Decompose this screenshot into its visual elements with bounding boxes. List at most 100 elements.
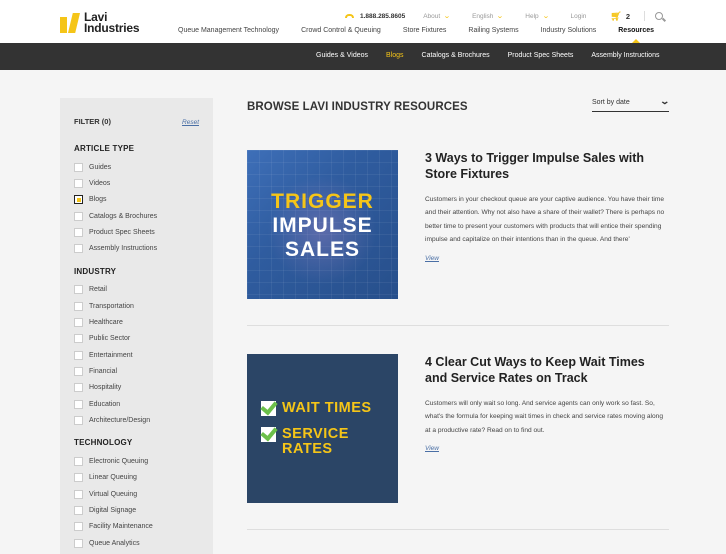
article-thumbnail[interactable]: TRIGGER IMPULSE SALES — [247, 150, 398, 299]
thumbnail-text: TRIGGER — [271, 190, 374, 213]
filter-option[interactable]: Hospitality — [74, 380, 199, 396]
filter-option[interactable]: Videos — [74, 175, 199, 191]
checkbox-icon[interactable] — [74, 301, 83, 311]
filter-group-article-type: ARTICLE TYPE Guides Videos Blogs Catalog… — [74, 144, 199, 257]
filter-option-label: Transportation — [89, 302, 134, 310]
checkbox-icon[interactable] — [74, 489, 83, 499]
filter-option[interactable]: Digital Signage — [74, 502, 199, 518]
checkbox-icon[interactable] — [74, 318, 83, 328]
filter-option[interactable]: Electronic Queuing — [74, 453, 199, 469]
nav-industry-solutions[interactable]: Industry Solutions — [541, 27, 597, 34]
logo-text: Lavi Industries — [84, 11, 140, 34]
checkbox-icon[interactable] — [74, 457, 83, 467]
subnav-spec-sheets[interactable]: Product Spec Sheets — [508, 52, 574, 59]
filter-option[interactable]: Architecture/Design — [74, 412, 199, 428]
logo-mark-icon — [60, 13, 80, 33]
subnav-assembly[interactable]: Assembly Instructions — [591, 52, 659, 59]
cart-button[interactable]: 🛒︎ 2 — [610, 11, 630, 22]
filter-option[interactable]: Education — [74, 396, 199, 412]
reset-link[interactable]: Reset — [182, 119, 199, 126]
checkbox-icon[interactable] — [74, 162, 83, 172]
checkbox-icon[interactable] — [74, 415, 83, 425]
filter-option[interactable]: Queue Analytics — [74, 535, 199, 551]
login-label: Login — [570, 12, 587, 20]
phone-link[interactable]: 1.888.285.8605 — [345, 13, 405, 20]
filter-option[interactable]: Product Spec Sheets — [74, 224, 199, 240]
sort-dropdown[interactable]: Sort by date ⌄ — [592, 94, 671, 112]
chevron-down-icon: ⌄ — [496, 13, 505, 20]
language-menu[interactable]: English ⌄ — [472, 12, 505, 21]
divider — [644, 11, 646, 21]
about-menu[interactable]: About ⌄ — [423, 12, 451, 21]
article-thumbnail[interactable]: WAIT TIMES SERVICE RATES — [247, 354, 398, 503]
checkmark-icon — [261, 427, 276, 442]
checkbox-icon[interactable] — [74, 211, 83, 221]
filter-option[interactable]: Facility Maintenance — [74, 519, 199, 535]
checkbox-icon[interactable] — [74, 399, 83, 409]
filter-option[interactable]: Virtual Queuing — [74, 486, 199, 502]
checkbox-icon[interactable] — [74, 195, 83, 205]
filter-group-industry: INDUSTRY Retail Transportation Healthcar… — [74, 267, 199, 429]
checkbox-icon[interactable] — [74, 285, 83, 295]
checkbox-icon[interactable] — [74, 366, 83, 376]
checkbox-icon[interactable] — [74, 244, 83, 254]
filter-option-label: Catalogs & Brochures — [89, 212, 158, 220]
login-link[interactable]: Login — [571, 13, 587, 20]
filter-option[interactable]: Transportation — [74, 298, 199, 314]
checkbox-icon[interactable] — [74, 505, 83, 515]
subnav-guides-videos[interactable]: Guides & Videos — [316, 52, 368, 59]
checkbox-icon[interactable] — [74, 334, 83, 344]
filter-sidebar: FILTER (0) Reset ARTICLE TYPE Guides Vid… — [60, 98, 213, 554]
nav-queue-management[interactable]: Queue Management Technology — [178, 27, 279, 34]
help-menu[interactable]: Help ⌄ — [525, 12, 549, 21]
page-title: BROWSE LAVI INDUSTRY RESOURCES — [247, 101, 468, 113]
article-title[interactable]: 3 Ways to Trigger Impulse Sales with Sto… — [425, 150, 669, 182]
filter-option[interactable]: Catalogs & Brochures — [74, 208, 199, 224]
filter-option-label: Hospitality — [89, 384, 122, 392]
main-nav: Queue Management Technology Crowd Contro… — [178, 27, 676, 34]
filter-title: FILTER (0) — [74, 117, 111, 126]
checkbox-icon[interactable] — [74, 538, 83, 548]
filter-option[interactable]: Assembly Instructions — [74, 240, 199, 256]
filter-option-label: Virtual Queuing — [89, 490, 138, 498]
site-header: Lavi Industries 1.888.285.8605 About ⌄ E… — [0, 0, 726, 43]
phone-icon — [345, 14, 354, 18]
checkbox-icon[interactable] — [74, 522, 83, 532]
nav-crowd-control[interactable]: Crowd Control & Queuing — [301, 27, 381, 34]
search-icon[interactable] — [655, 12, 664, 20]
view-link[interactable]: View — [425, 255, 439, 262]
chevron-down-icon: ⌄ — [659, 96, 671, 106]
nav-store-fixtures[interactable]: Store Fixtures — [403, 27, 447, 34]
filter-option-label: Assembly Instructions — [89, 245, 158, 253]
checkbox-icon[interactable] — [74, 473, 83, 483]
nav-railing-systems[interactable]: Railing Systems — [468, 27, 518, 34]
article-title[interactable]: 4 Clear Cut Ways to Keep Wait Times and … — [425, 354, 669, 386]
utility-bar: 1.888.285.8605 About ⌄ English ⌄ Help ⌄ … — [345, 10, 664, 22]
filter-option-label: Healthcare — [89, 319, 123, 327]
checkbox-icon[interactable] — [74, 227, 83, 237]
filter-option[interactable]: Healthcare — [74, 314, 199, 330]
subnav-blogs[interactable]: Blogs — [386, 52, 404, 59]
filter-option-label: Linear Queuing — [89, 474, 137, 482]
filter-option[interactable]: Blogs — [74, 192, 199, 208]
subnav-catalogs[interactable]: Catalogs & Brochures — [422, 52, 490, 59]
logo[interactable]: Lavi Industries — [60, 11, 140, 34]
checkbox-icon[interactable] — [74, 383, 83, 393]
cart-count: 2 — [625, 11, 631, 21]
filter-option[interactable]: Entertainment — [74, 347, 199, 363]
filter-option[interactable]: Financial — [74, 363, 199, 379]
checkbox-icon[interactable] — [74, 350, 83, 360]
article-excerpt: Customers in your checkout queue are you… — [425, 196, 665, 244]
filter-group-title: TECHNOLOGY — [74, 438, 133, 448]
filter-option[interactable]: Guides — [74, 159, 199, 175]
filter-option[interactable]: Public Sector — [74, 331, 199, 347]
filter-option[interactable]: Linear Queuing — [74, 470, 199, 486]
view-link[interactable]: View — [425, 445, 439, 452]
filter-option-label: Public Sector — [89, 335, 131, 343]
checkbox-icon[interactable] — [74, 178, 83, 188]
thumbnail-text: IMPULSE — [272, 214, 373, 237]
resources-subnav: Guides & Videos Blogs Catalogs & Brochur… — [0, 43, 726, 70]
filter-option-label: Blogs — [89, 196, 107, 204]
nav-resources[interactable]: Resources — [618, 27, 654, 34]
filter-option[interactable]: Retail — [74, 282, 199, 298]
